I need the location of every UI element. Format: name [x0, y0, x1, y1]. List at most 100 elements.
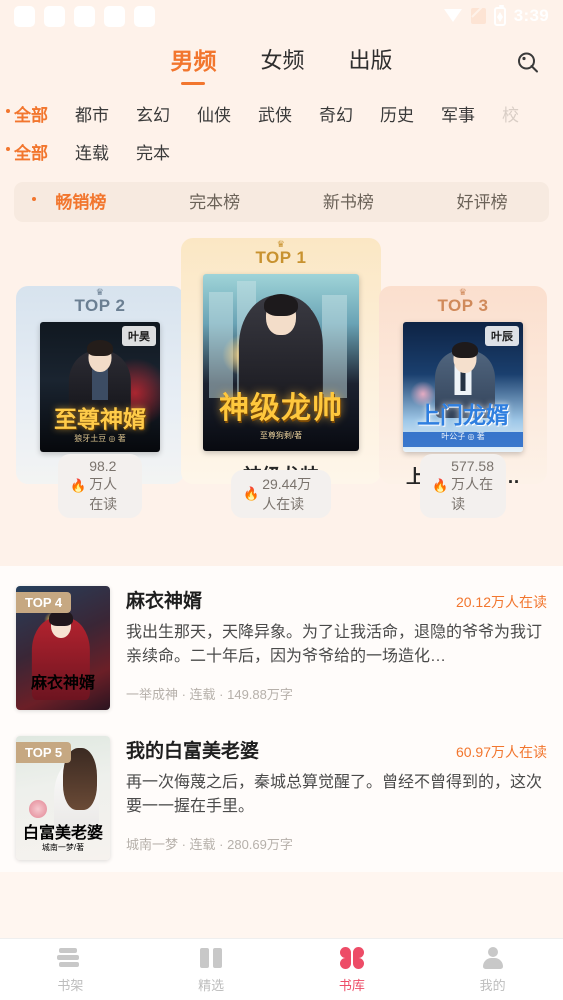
- rank-tab-container: 畅销榜 完本榜 新书榜 好评榜: [0, 182, 563, 236]
- rank-tab-bestseller[interactable]: 畅销榜: [14, 194, 148, 211]
- crown-icon: ♛: [458, 287, 468, 297]
- status-bar: 3:39: [0, 0, 563, 32]
- notification-placeholder-icon: [14, 5, 35, 27]
- list-item[interactable]: 白富美老婆 城南一梦/著 TOP 5 我的白富美老婆 60.97万人在读 再一次…: [0, 722, 563, 872]
- cover-title-text: 白富美老婆: [22, 824, 103, 842]
- genre-chip-xianxia[interactable]: 仙侠: [197, 107, 231, 124]
- user-profile-icon: [480, 946, 506, 970]
- rank-tabs: 畅销榜 完本榜 新书榜 好评榜: [14, 182, 549, 222]
- book-cover-thumbnail[interactable]: 白富美老婆 城南一梦/著 TOP 5: [16, 736, 110, 860]
- genre-chip-all[interactable]: 全部: [6, 107, 48, 124]
- genre-filter-row[interactable]: 全部 都市 玄幻 仙侠 武侠 奇幻 历史 军事 校: [0, 96, 563, 134]
- signal-icon: [470, 8, 486, 24]
- podium-card-rank1[interactable]: ♛ TOP 1 神级龙帅 至尊狗剩/著 神级龙帅 🔥 29.44万人在读: [181, 238, 381, 518]
- genre-chip-campus-clipped[interactable]: 校: [502, 107, 519, 124]
- genre-chip-fantasy[interactable]: 奇幻: [319, 107, 353, 124]
- genre-chip-wuxia[interactable]: 武侠: [258, 107, 292, 124]
- status-notification-placeholders: [14, 5, 155, 27]
- cover-title-text: 上门龙婿: [417, 403, 509, 429]
- cover-author-text: 城南一梦/著: [41, 842, 85, 852]
- genre-chip-xuanhuan[interactable]: 玄幻: [136, 107, 170, 124]
- flame-icon: 🔥: [431, 478, 449, 493]
- genre-chip-history[interactable]: 历史: [380, 107, 414, 124]
- tab-male-channel[interactable]: 男频: [170, 49, 216, 77]
- status-time: 3:39: [513, 6, 549, 25]
- list-item-header: 麻衣神婿 20.12万人在读: [126, 586, 547, 613]
- book-meta: 一举成神 · 连载 · 149.88万字: [126, 686, 293, 702]
- nav-item-featured[interactable]: 精选: [141, 946, 282, 994]
- top-tab-bar: 男频 女频 出版: [0, 32, 563, 94]
- nav-label-bookshelf: 书架: [57, 977, 84, 993]
- flame-icon: 🔥: [243, 486, 260, 501]
- book-description: 我出生那天，天降异象。为了让我活命，退隐的爷爷为我订亲续命。二十年后，因为爷爷给…: [126, 624, 543, 666]
- status-chip-all[interactable]: 全部: [6, 145, 48, 162]
- nav-label-profile: 我的: [479, 977, 506, 993]
- protagonist-badge: 叶辰: [485, 326, 519, 346]
- rank-badge: TOP 4: [16, 592, 72, 613]
- nav-label-featured: 精选: [198, 977, 225, 993]
- podium-heat-badge-2: 🔥 98.2万人在读: [58, 454, 142, 518]
- notification-placeholder-icon: [104, 5, 125, 27]
- status-filter-row[interactable]: 全部 连载 完本: [0, 134, 563, 172]
- genre-chip-urban[interactable]: 都市: [75, 107, 109, 124]
- book-title: 麻衣神婿: [126, 591, 203, 612]
- podium-rank-label-3: ♛ TOP 3: [437, 287, 489, 316]
- book-meta: 城南一梦 · 连载 · 280.69万字: [126, 836, 293, 852]
- ranking-list: 麻衣神婿 TOP 4 麻衣神婿 20.12万人在读 我出生那天，天降异象。为了让…: [0, 566, 563, 872]
- book-cover-rank2[interactable]: 至尊神婿 狼牙土豆 ◎ 著 叶昊: [40, 322, 160, 453]
- status-chip-serializing[interactable]: 连载: [75, 145, 109, 162]
- category-filters: 全部 都市 玄幻 仙侠 武侠 奇幻 历史 军事 校 全部 连载 完本: [0, 94, 563, 182]
- cover-title-text: 至尊神婿: [54, 407, 146, 433]
- rank-tab-completed[interactable]: 完本榜: [148, 194, 282, 211]
- podium-heat-badge-1: 🔥 29.44万人在读: [231, 470, 331, 518]
- reader-count: 20.12万人在读: [455, 594, 547, 610]
- genre-chip-military[interactable]: 军事: [441, 107, 475, 124]
- tab-female-channel[interactable]: 女频: [260, 50, 304, 76]
- clover-library-icon: [339, 946, 365, 970]
- channel-tabs: 男频 女频 出版: [170, 49, 393, 77]
- rank-tab-rated[interactable]: 好评榜: [415, 194, 549, 211]
- podium-heat-badge-3: 🔥 577.58万人在读: [419, 454, 507, 518]
- rank-tab-new[interactable]: 新书榜: [282, 194, 416, 211]
- book-description: 再一次侮蔑之后，秦城总算觉醒了。曾经不曾得到的，这次要一一握在手里。: [126, 774, 543, 816]
- nav-item-bookshelf[interactable]: 书架: [0, 946, 141, 994]
- book-cover-thumbnail[interactable]: 麻衣神婿 TOP 4: [16, 586, 110, 710]
- crown-icon: ♛: [276, 239, 286, 249]
- status-right-cluster: 3:39: [443, 4, 549, 26]
- list-item-header: 我的白富美老婆 60.97万人在读: [126, 736, 547, 763]
- book-cover-rank1[interactable]: 神级龙帅 至尊狗剩/著: [203, 274, 359, 452]
- cover-author-text: 至尊狗剩/著: [259, 430, 303, 440]
- crown-icon: ♛: [95, 287, 105, 297]
- nav-item-library[interactable]: 书库: [282, 946, 423, 994]
- search-icon[interactable]: [511, 46, 545, 80]
- nav-item-profile[interactable]: 我的: [422, 946, 563, 994]
- notification-placeholder-icon: [44, 5, 65, 27]
- list-item[interactable]: 麻衣神婿 TOP 4 麻衣神婿 20.12万人在读 我出生那天，天降异象。为了让…: [0, 572, 563, 722]
- podium-card-rank3[interactable]: ♛ TOP 3 上门龙婿 叶公子 ◎ 著 叶辰 上门龙婿（… 🔥 577.58万…: [379, 286, 547, 518]
- bookshelf-icon: [57, 946, 83, 970]
- top-three-podium: ♛ TOP 2 至尊神婿 狼牙土豆 ◎ 著 叶昊 至尊神婿 🔥 98.2万人在读…: [0, 236, 563, 566]
- flame-icon: 🔥: [70, 478, 87, 493]
- open-book-icon: [198, 946, 224, 970]
- cover-author-text: 狼牙土豆 ◎ 著: [74, 434, 126, 444]
- podium-rank-label-2: ♛ TOP 2: [74, 287, 126, 316]
- tab-publishing[interactable]: 出版: [349, 50, 393, 76]
- cover-title-text: 神级龙帅: [219, 391, 343, 425]
- wifi-icon: [443, 9, 463, 23]
- book-cover-rank3[interactable]: 上门龙婿 叶公子 ◎ 著 叶辰: [403, 322, 523, 453]
- cover-author-text: 叶公子 ◎ 著: [441, 431, 485, 441]
- nav-label-library: 书库: [338, 977, 365, 993]
- list-item-info: 我的白富美老婆 60.97万人在读 再一次侮蔑之后，秦城总算觉醒了。曾经不曾得到…: [110, 736, 547, 860]
- battery-charging-icon: [493, 4, 506, 26]
- notification-placeholder-icon: [74, 5, 95, 27]
- book-title: 我的白富美老婆: [126, 741, 260, 762]
- notification-placeholder-icon: [134, 5, 155, 27]
- status-chip-completed[interactable]: 完本: [136, 145, 170, 162]
- protagonist-badge: 叶昊: [122, 326, 156, 346]
- list-item-info: 麻衣神婿 20.12万人在读 我出生那天，天降异象。为了让我活命，退隐的爷爷为我…: [110, 586, 547, 710]
- reader-count: 60.97万人在读: [455, 744, 547, 760]
- cover-title-text: 麻衣神婿: [30, 674, 95, 692]
- podium-card-rank2[interactable]: ♛ TOP 2 至尊神婿 狼牙土豆 ◎ 著 叶昊 至尊神婿 🔥 98.2万人在读: [16, 286, 184, 518]
- rank-badge: TOP 5: [16, 742, 72, 763]
- bottom-navigation-bar: 书架 精选 书库 我的: [0, 938, 563, 1000]
